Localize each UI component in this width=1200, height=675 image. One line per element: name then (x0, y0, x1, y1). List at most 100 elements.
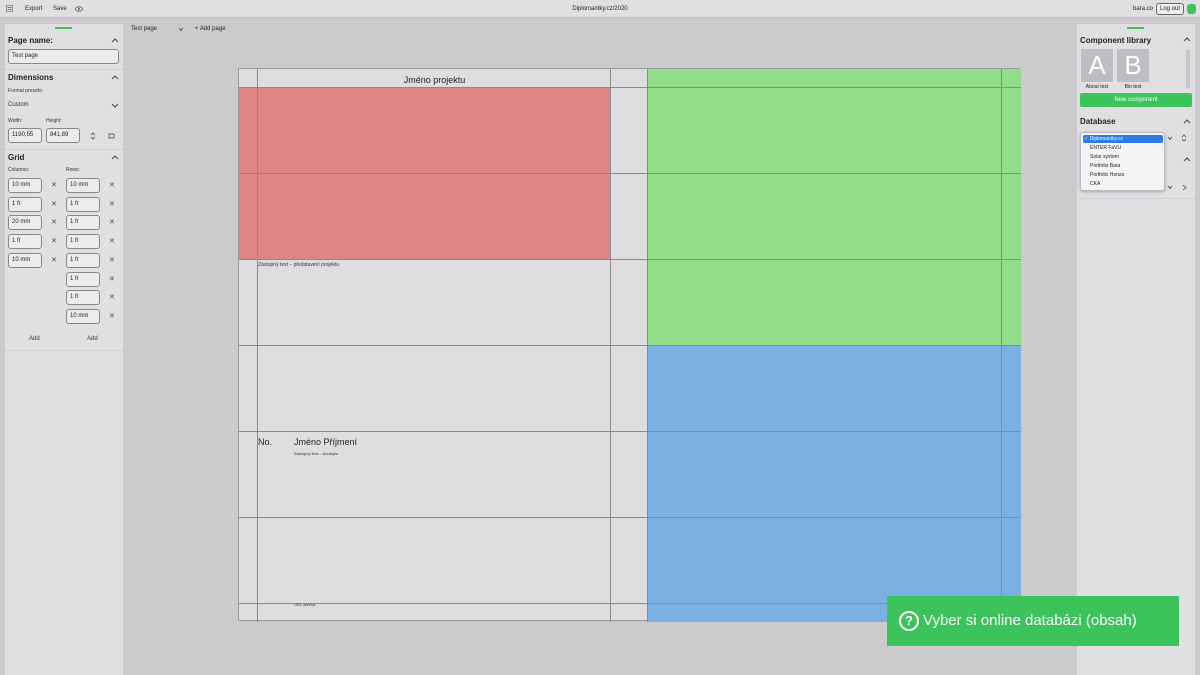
logout-button[interactable]: Log out (1156, 3, 1185, 15)
database-option-label: Diplomantky.cz (1089, 136, 1124, 142)
sort-icon[interactable] (1181, 134, 1187, 142)
remove-row-icon[interactable]: ✕ (109, 293, 115, 301)
remove-row-icon[interactable]: ✕ (109, 200, 115, 208)
page-canvas[interactable]: Jméno projektu Zástupný text – představe… (238, 68, 1021, 622)
column-size-input[interactable]: 1 fr (8, 197, 42, 212)
format-preset-select[interactable]: Custom (8, 102, 29, 108)
component-card-bio[interactable]: B (1117, 49, 1149, 82)
add-row-button[interactable]: Add (87, 336, 98, 342)
hint-message: Vyber si online databázi (obsah) (923, 612, 1137, 629)
number-text[interactable]: No. (258, 437, 272, 447)
remove-column-icon[interactable]: ✕ (51, 200, 57, 208)
remove-column-icon[interactable]: ✕ (51, 256, 57, 264)
width-input[interactable]: 1190,55 (8, 128, 42, 143)
help-icon: ? (899, 611, 919, 631)
database-option[interactable]: ENTER FaVU (1090, 145, 1121, 151)
remove-column-icon[interactable]: ✕ (51, 237, 57, 245)
chevron-right-icon[interactable] (1182, 184, 1187, 191)
orientation-icon[interactable] (108, 132, 115, 139)
image-placeholder-blue[interactable] (648, 345, 1021, 622)
chevron-down-icon[interactable] (178, 27, 184, 32)
database-option[interactable]: Portfolio Bara (1090, 163, 1120, 169)
add-page-button[interactable]: + Add page (195, 26, 226, 32)
image-placeholder-green[interactable] (648, 69, 1021, 345)
column-size-input[interactable]: 1 fr (8, 234, 42, 249)
grid-line (239, 259, 1021, 260)
component-library-heading: Component library (1080, 36, 1152, 45)
remove-row-icon[interactable]: ✕ (109, 181, 115, 189)
remove-row-icon[interactable]: ✕ (109, 275, 115, 283)
user-name: bara.co (1133, 6, 1154, 12)
height-input[interactable]: 841,89 (46, 128, 80, 143)
row-size-input[interactable]: 10 mm (66, 309, 100, 324)
url-text[interactable]: URL adresa (294, 602, 315, 607)
column-size-input[interactable]: 10 mm (8, 178, 42, 193)
project-title: Diplomantky.cz/2020 (572, 6, 628, 12)
new-component-button[interactable]: New component (1080, 93, 1192, 107)
database-heading: Database (1080, 117, 1116, 126)
component-card-about[interactable]: A (1081, 49, 1113, 82)
divider (1077, 198, 1195, 199)
dimensions-heading: Dimensions (8, 73, 54, 82)
intro-text[interactable]: Zástupný text – představení projektu (258, 262, 339, 268)
row-size-input[interactable]: 1 fr (66, 290, 100, 305)
height-label: Height: (46, 118, 62, 124)
database-option-selected[interactable]: ✓ Diplomantky.cz (1083, 135, 1163, 143)
row-size-input[interactable]: 1 fr (66, 215, 100, 230)
page-name-input[interactable]: Test page (8, 49, 119, 64)
component-label: Bio text (1124, 84, 1142, 90)
row-size-input[interactable]: 1 fr (66, 253, 100, 268)
remove-column-icon[interactable]: ✕ (51, 218, 57, 226)
format-presets-label: Format presets: (8, 88, 44, 94)
chevron-down-icon[interactable] (111, 103, 119, 109)
top-bar: Export Save Diplomantky.cz/2020 bara.co … (0, 0, 1200, 18)
row-size-input[interactable]: 1 fr (66, 197, 100, 212)
scrollbar[interactable] (1186, 49, 1190, 89)
remove-row-icon[interactable]: ✕ (109, 218, 115, 226)
grid-line (239, 173, 1021, 174)
remove-row-icon[interactable]: ✕ (109, 237, 115, 245)
remove-column-icon[interactable]: ✕ (51, 181, 57, 189)
grid-line (239, 431, 1021, 432)
divider (5, 69, 123, 70)
chevron-up-icon[interactable] (1183, 118, 1191, 124)
database-option[interactable]: Portfolio Honza (1090, 172, 1124, 178)
row-size-input[interactable]: 1 fr (66, 234, 100, 249)
chevron-up-icon[interactable] (1183, 36, 1191, 42)
status-indicator[interactable] (1187, 4, 1196, 14)
panel-drag-handle[interactable] (55, 27, 72, 29)
database-option[interactable]: CKA (1090, 181, 1100, 187)
remove-row-icon[interactable]: ✕ (109, 256, 115, 264)
page-select[interactable]: Test page (131, 26, 157, 32)
chevron-up-icon[interactable] (111, 154, 119, 160)
component-label: About text (1085, 84, 1109, 90)
bio-text[interactable]: Zástupný text – životopis (294, 451, 338, 456)
column-size-input[interactable]: 10 mm (8, 253, 42, 268)
properties-panel: Page name: Test page Dimensions Format p… (5, 24, 123, 675)
divider (5, 350, 123, 351)
panel-drag-handle[interactable] (1127, 27, 1144, 29)
columns-label: Columns: (8, 167, 30, 173)
chevron-up-icon[interactable] (111, 74, 119, 80)
chevron-down-icon[interactable] (1167, 136, 1173, 141)
chevron-up-icon[interactable] (111, 37, 119, 43)
database-option[interactable]: Solar system (1090, 154, 1119, 160)
grid-line (239, 517, 1021, 518)
column-size-input[interactable]: 20 mm (8, 215, 42, 230)
grid-line (239, 345, 1021, 346)
database-dropdown[interactable]: ✓ Diplomantky.cz ENTER FaVU Solar system… (1080, 132, 1165, 191)
divider (5, 149, 123, 150)
swap-icon[interactable] (90, 132, 96, 140)
add-column-button[interactable]: Add (29, 336, 40, 342)
hint-toast: ? Vyber si online databázi (obsah) (887, 596, 1179, 646)
name-text[interactable]: Jméno Příjmení (294, 437, 357, 447)
chevron-up-icon[interactable] (1183, 156, 1191, 162)
page-name-heading: Page name: (8, 36, 53, 45)
project-name-text[interactable]: Jméno projektu (258, 75, 611, 85)
row-size-input[interactable]: 10 mm (66, 178, 100, 193)
remove-row-icon[interactable]: ✕ (109, 312, 115, 320)
row-size-input[interactable]: 1 fr (66, 272, 100, 287)
grid-heading: Grid (8, 153, 25, 162)
grid-line (239, 87, 1021, 88)
chevron-down-icon[interactable] (1167, 185, 1173, 190)
